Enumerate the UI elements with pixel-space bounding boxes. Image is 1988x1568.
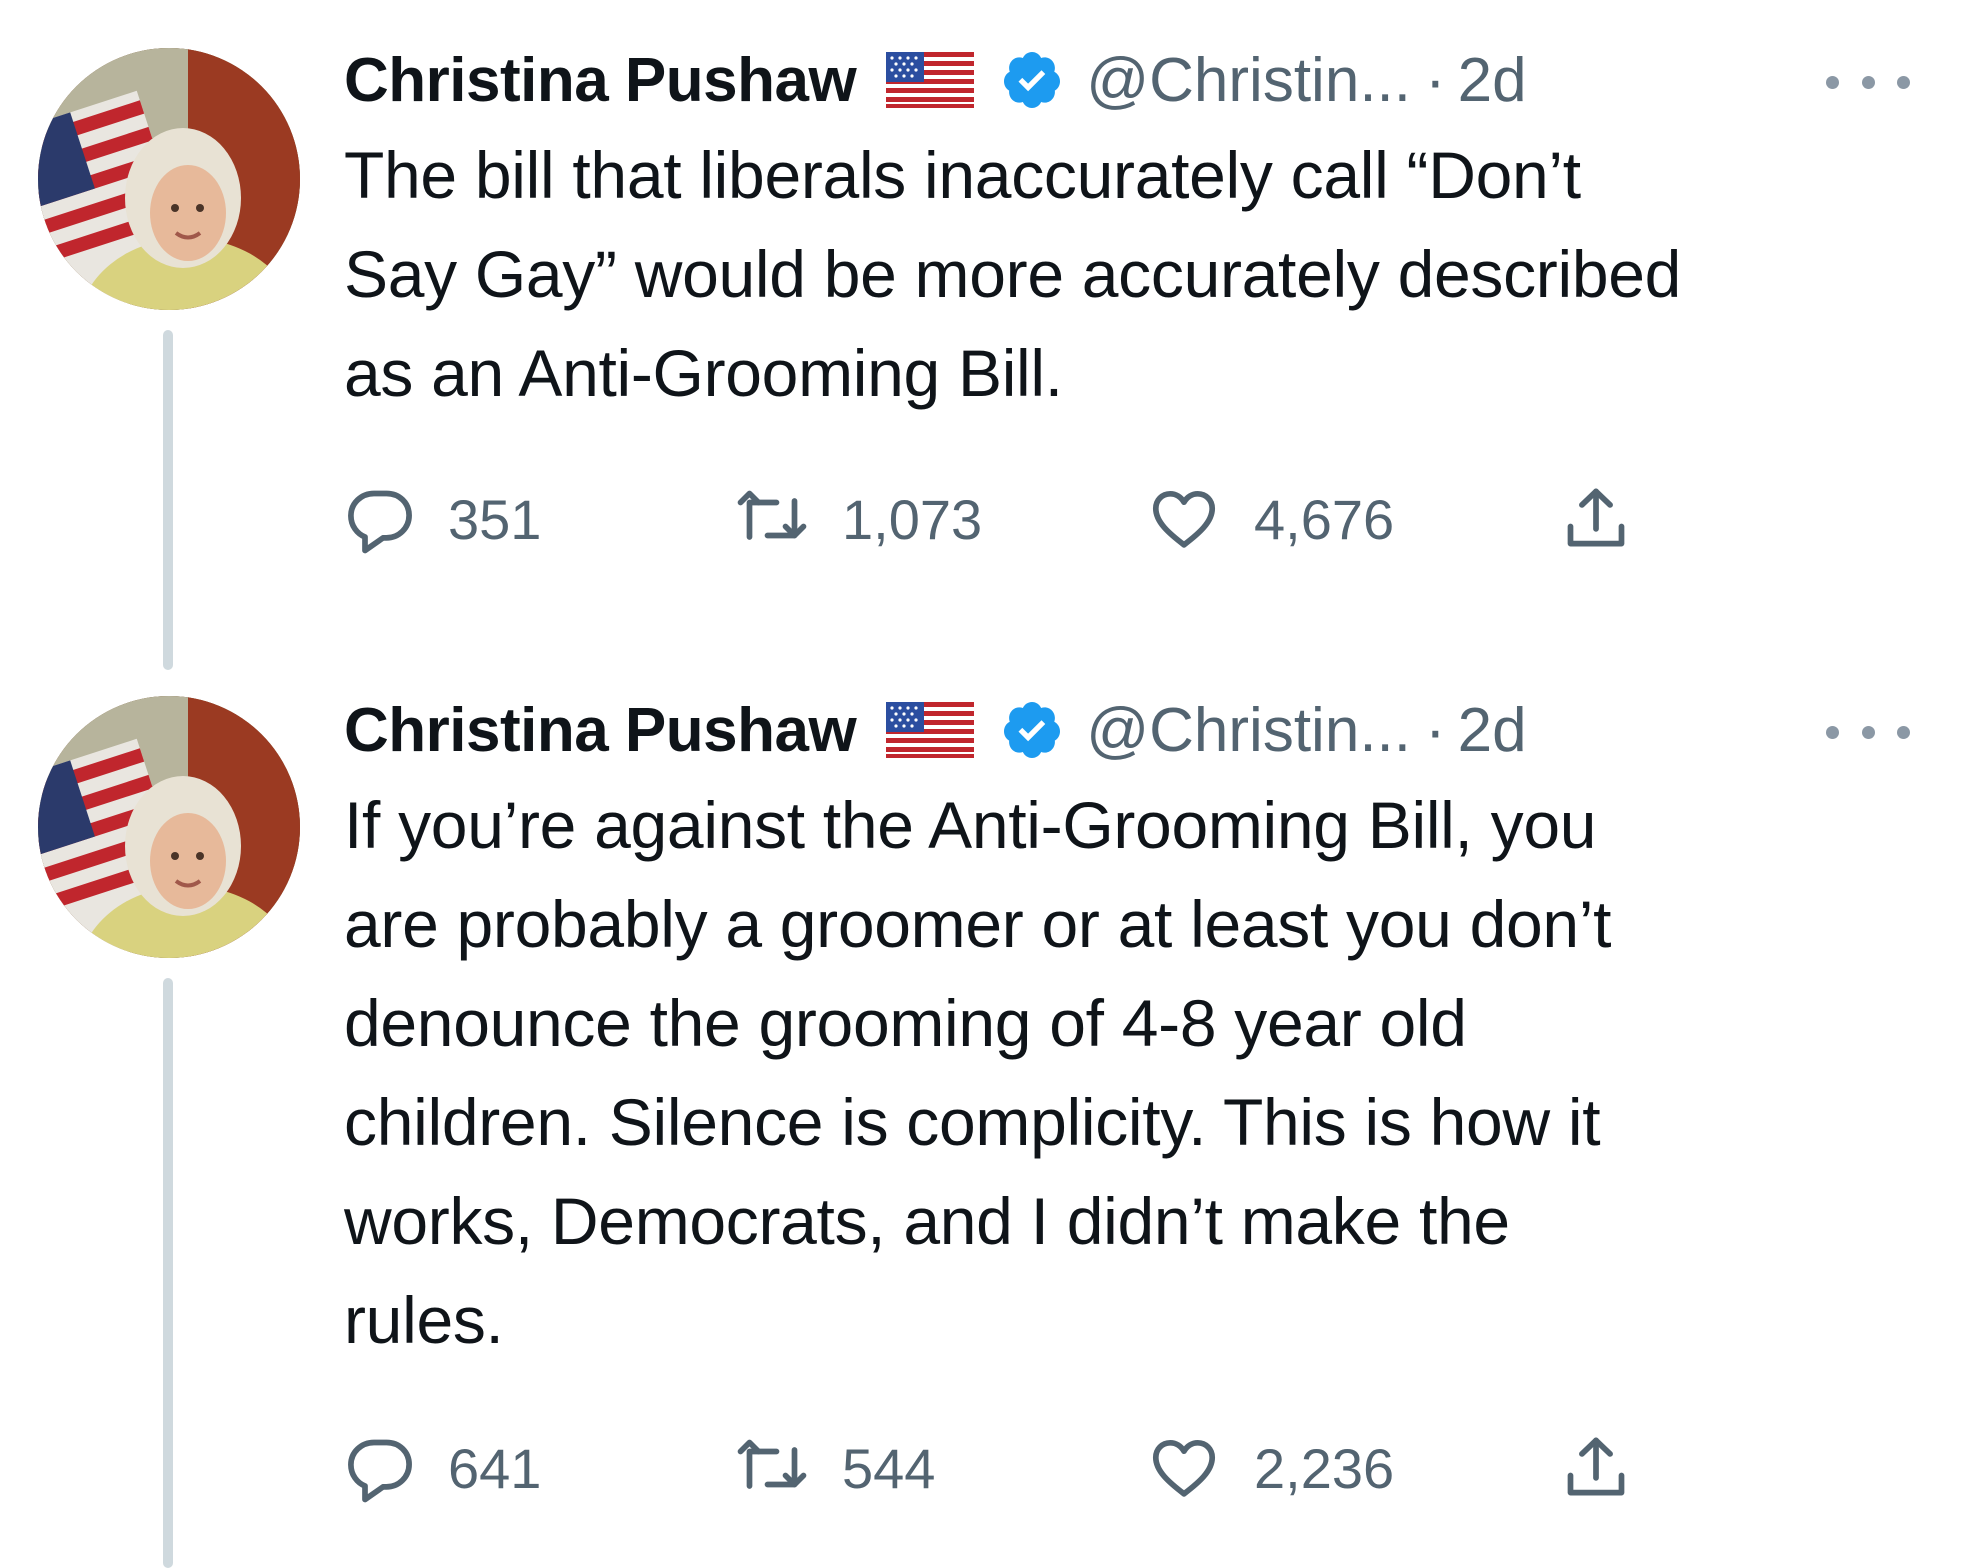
verified-badge-icon[interactable] [1000,698,1064,762]
reply-button[interactable]: 351 [344,469,541,569]
us-flag-icon [886,702,974,758]
thread-connector-line [163,978,173,1568]
retweet-count: 544 [842,1436,936,1500]
retweet-icon [734,1432,810,1504]
retweet-count: 1,073 [842,487,983,551]
reply-icon [344,1432,416,1504]
verified-badge-icon[interactable] [1000,48,1064,112]
us-flag-icon [886,52,974,108]
tweet-timestamp[interactable]: 2d [1458,695,1527,766]
header-separator: · [1425,45,1446,115]
tweet-thread: Christina Pushaw @Christin... · 2d The b… [0,0,1988,1568]
tweet-text-line: as an Anti-Grooming Bill. [344,336,1063,410]
heart-icon [1146,483,1222,555]
retweet-button[interactable]: 544 [734,1418,935,1518]
tweet-text: The bill that liberals inaccurately call… [344,126,1954,423]
user-handle[interactable]: @Christin... [1086,695,1411,766]
like-count: 4,676 [1254,487,1395,551]
tweet-text-line: rules. [344,1283,504,1357]
tweet-text-line: If you’re against the Anti-Grooming Bill… [344,788,1597,862]
avatar-image [38,696,300,958]
share-button[interactable] [1560,469,1632,569]
share-icon [1560,1432,1632,1504]
tweet-text-line: works, Democrats, and I didn’t make the [344,1184,1510,1258]
like-button[interactable]: 4,676 [1146,469,1394,569]
avatar[interactable] [38,696,300,958]
tweet-text-line: are probably a groomer or at least you d… [344,887,1612,961]
display-name[interactable]: Christina Pushaw [344,695,857,766]
retweet-button[interactable]: 1,073 [734,469,982,569]
tweet[interactable]: Christina Pushaw @Christin... · 2d The b… [0,0,1988,670]
avatar[interactable] [38,48,300,310]
retweet-icon [734,483,810,555]
tweet-content: Christina Pushaw @Christin... · 2d If yo… [344,686,1964,1518]
user-handle[interactable]: @Christin... [1086,45,1411,116]
tweet-text-line: denounce the grooming of 4-8 year old [344,986,1467,1060]
header-separator: · [1425,695,1446,765]
share-icon [1560,483,1632,555]
tweet-text-line: The bill that liberals inaccurately call… [344,138,1581,212]
reply-count: 641 [448,1436,542,1500]
tweet-actions: 351 1,073 4,676 [344,469,1644,569]
tweet-content: Christina Pushaw @Christin... · 2d The b… [344,36,1964,569]
thread-connector-line [163,330,173,670]
like-button[interactable]: 2,236 [1146,1418,1394,1518]
tweet-text-line: Say Gay” would be more accurately descri… [344,237,1682,311]
reply-count: 351 [448,487,542,551]
avatar-image [38,48,300,310]
reply-button[interactable]: 641 [344,1418,541,1518]
like-count: 2,236 [1254,1436,1395,1500]
more-options-icon[interactable] [1826,74,1910,90]
tweet-header: Christina Pushaw @Christin... · 2d [344,36,1964,124]
share-button[interactable] [1560,1418,1632,1518]
tweet-timestamp[interactable]: 2d [1458,45,1527,116]
reply-icon [344,483,416,555]
tweet[interactable]: Christina Pushaw @Christin... · 2d If yo… [0,660,1988,1568]
tweet-text-line: children. Silence is complicity. This is… [344,1085,1601,1159]
more-options-icon[interactable] [1826,724,1910,740]
heart-icon [1146,1432,1222,1504]
display-name[interactable]: Christina Pushaw [344,45,857,116]
tweet-header: Christina Pushaw @Christin... · 2d [344,686,1964,774]
tweet-actions: 641 544 2,236 [344,1418,1644,1518]
tweet-text: If you’re against the Anti-Grooming Bill… [344,776,1954,1370]
